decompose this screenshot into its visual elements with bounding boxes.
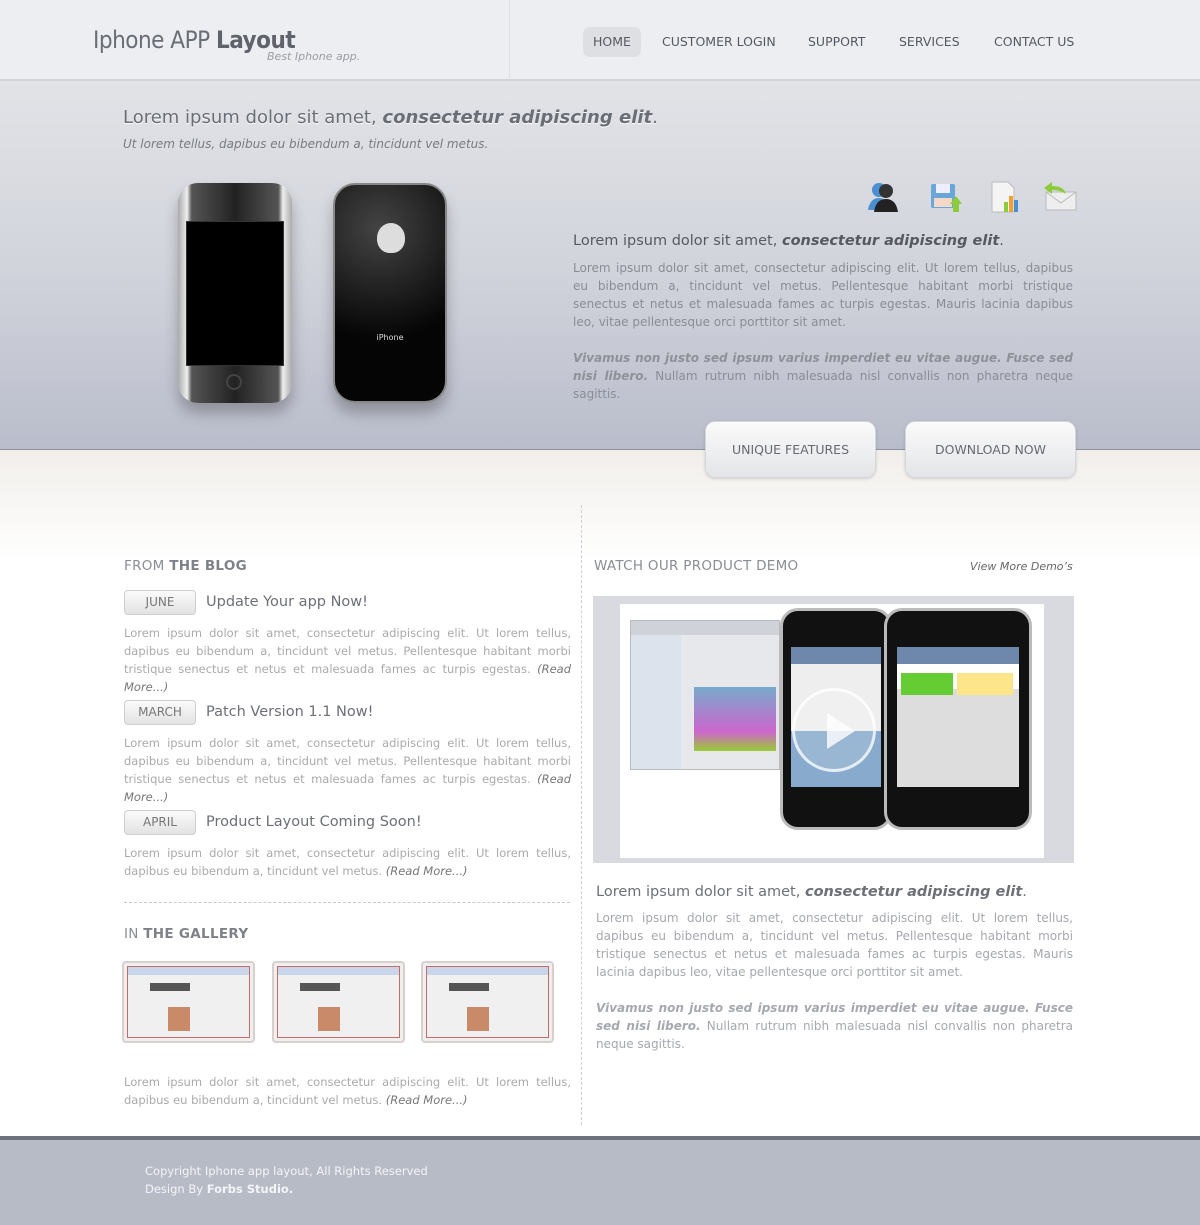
tagline: Best Iphone app. [267, 50, 361, 63]
logo-text: Iphone APP [93, 26, 216, 54]
demo-title: Lorem ipsum dolor sit amet, consectetur … [596, 884, 1027, 900]
gallery-thumbnail[interactable] [421, 961, 554, 1043]
save-upload-icon[interactable] [928, 180, 964, 214]
read-more-link[interactable]: (Read More...) [386, 864, 468, 878]
iphone-home-button [226, 374, 242, 390]
gallery-heading: IN THE GALLERY [124, 926, 249, 942]
logo[interactable]: Iphone APP Layout [93, 26, 296, 54]
unique-features-button[interactable]: UNIQUE FEATURES [705, 421, 876, 478]
gallery-text: Lorem ipsum dolor sit amet, consectetur … [124, 1075, 571, 1107]
post-month-badge: APRIL [124, 810, 196, 835]
demo-video[interactable] [593, 596, 1074, 863]
post-excerpt: Lorem ipsum dolor sit amet, consectetur … [124, 736, 571, 804]
iphone-back-image: iPhone [333, 183, 447, 403]
apple-logo-icon [377, 223, 405, 253]
iphone-screen [186, 221, 284, 366]
post-month-badge: JUNE [124, 590, 196, 615]
hero-paragraph-2: Vivamus non justo sed ipsum varius imper… [573, 351, 1074, 401]
copyright: Copyright Iphone app layout, All Rights … [145, 1164, 428, 1178]
post-title[interactable]: Patch Version 1.1 Now! [206, 704, 373, 720]
post-title[interactable]: Product Layout Coming Soon! [206, 814, 422, 830]
post-title[interactable]: Update Your app Now! [206, 594, 368, 610]
hero-title: Lorem ipsum dolor sit amet, consectetur … [123, 107, 658, 128]
mail-reply-icon[interactable] [1042, 180, 1078, 214]
post-month-badge: MARCH [124, 700, 196, 725]
demo-paragraph: Lorem ipsum dolor sit amet, consectetur … [596, 911, 1073, 979]
footer [0, 1136, 1200, 1225]
view-more-demos-link[interactable]: View More Demo’s [970, 560, 1073, 573]
nav-customer-login[interactable]: CUSTOMER LOGIN [652, 27, 786, 57]
nav-services[interactable]: SERVICES [889, 27, 970, 57]
hero-paragraph: Lorem ipsum dolor sit amet, consectetur … [573, 261, 1073, 329]
hero-right-title: Lorem ipsum dolor sit amet, consectetur … [573, 233, 1004, 249]
play-icon[interactable] [792, 688, 876, 772]
itunes-window-image [630, 620, 780, 770]
post-excerpt: Lorem ipsum dolor sit amet, consectetur … [124, 846, 571, 878]
report-chart-icon[interactable] [988, 180, 1024, 214]
studio-link[interactable]: Forbs Studio. [207, 1182, 293, 1196]
header: Iphone APP Layout Best Iphone app. HOME … [0, 0, 1200, 81]
nav-home[interactable]: HOME [583, 27, 641, 57]
user-icon[interactable] [866, 180, 902, 214]
demo-heading: WATCH OUR PRODUCT DEMO [594, 558, 799, 574]
nav-contact-us[interactable]: CONTACT US [984, 27, 1084, 57]
demo-video-thumbnail [620, 604, 1044, 858]
gallery-thumbnail[interactable] [122, 961, 255, 1043]
nav-support[interactable]: SUPPORT [798, 27, 875, 57]
hero-subtitle: Ut lorem tellus, dapibus eu bibendum a, … [123, 137, 489, 151]
demo-paragraph-2: Vivamus non justo sed ipsum varius imper… [596, 1001, 1073, 1051]
column-divider [581, 505, 582, 1125]
blog-heading: FROM THE BLOG [124, 558, 248, 574]
demo-iphone-right [884, 608, 1032, 830]
section-divider [124, 902, 570, 903]
header-divider [509, 0, 510, 80]
read-more-link[interactable]: (Read More...) [386, 1093, 468, 1107]
design-credit: Design By Forbs Studio. [145, 1182, 294, 1196]
iphone-front-image [178, 183, 292, 403]
iphone-back-label: iPhone [376, 333, 404, 342]
download-now-button[interactable]: DOWNLOAD NOW [905, 421, 1076, 478]
gallery-thumbnail[interactable] [272, 961, 405, 1043]
post-excerpt: Lorem ipsum dolor sit amet, consectetur … [124, 626, 571, 694]
